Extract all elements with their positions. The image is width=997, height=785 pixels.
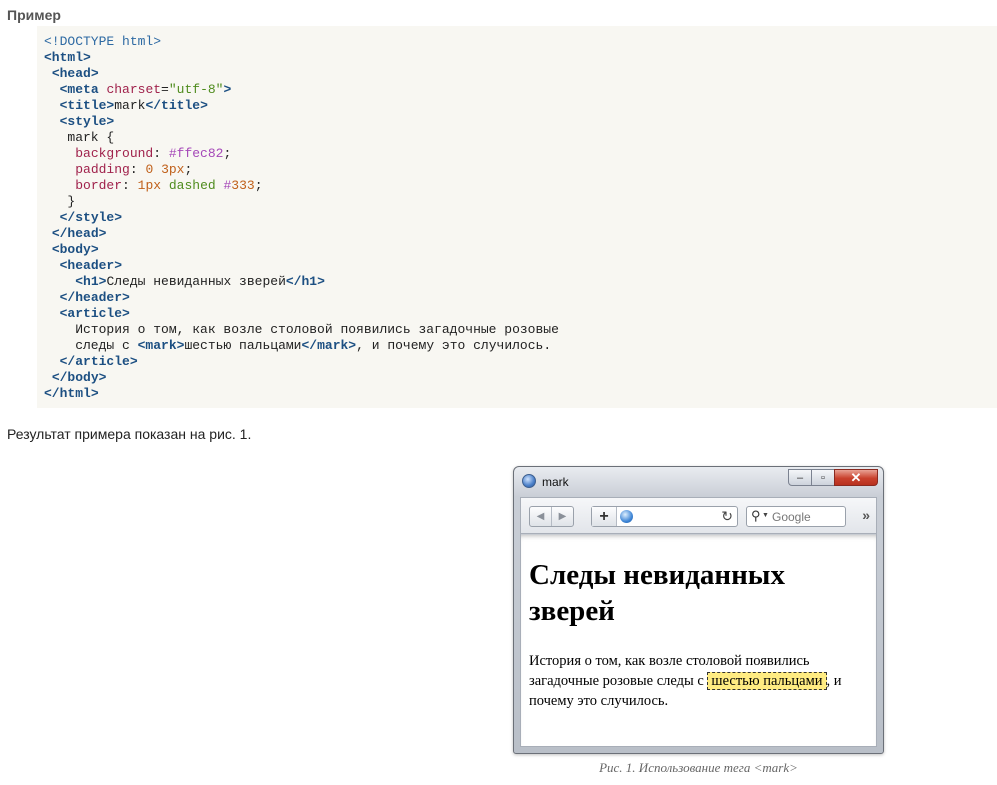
- browser-window: mark ‒ ▫ ✕ ◀ ▶ + ↻ ⚲ ▼ Google » Следы не…: [513, 466, 884, 754]
- window-controls: ‒ ▫ ✕: [788, 469, 878, 486]
- code-block: <!DOCTYPE html> <html> <head> <meta char…: [44, 34, 559, 401]
- reload-icon[interactable]: ↻: [721, 508, 733, 525]
- browser-toolbar: ◀ ▶ + ↻ ⚲ ▼ Google »: [520, 497, 877, 533]
- maximize-button[interactable]: ▫: [811, 469, 835, 486]
- page-viewport: Следы невиданных зверей История о том, к…: [520, 533, 877, 747]
- highlighted-text: шестью пальцами: [707, 672, 827, 690]
- section-heading: Пример: [7, 7, 61, 23]
- toolbar-overflow-button[interactable]: »: [862, 507, 870, 523]
- window-title: mark: [542, 475, 569, 489]
- close-button[interactable]: ✕: [834, 469, 878, 486]
- address-bar[interactable]: + ↻: [591, 506, 738, 527]
- forward-button[interactable]: ▶: [551, 507, 573, 526]
- add-bookmark-button[interactable]: +: [592, 507, 617, 526]
- page-paragraph: История о том, как возле столовой появил…: [529, 651, 864, 711]
- nav-buttons: ◀ ▶: [529, 506, 574, 527]
- page-content: Следы невиданных зверей История о том, к…: [521, 534, 876, 746]
- minimize-button[interactable]: ‒: [788, 469, 812, 486]
- search-icon: ⚲: [751, 508, 761, 523]
- search-input[interactable]: ⚲ ▼ Google: [746, 506, 846, 527]
- browser-logo-icon: [522, 474, 536, 488]
- figure-caption: Рис. 1. Использование тега <mark>: [599, 760, 798, 775]
- page-heading: Следы невиданных зверей: [529, 559, 785, 627]
- chevron-down-icon[interactable]: ▼: [762, 512, 769, 519]
- code-example: <!DOCTYPE html> <html> <head> <meta char…: [37, 26, 997, 408]
- back-button[interactable]: ◀: [530, 507, 551, 526]
- search-placeholder: Google: [772, 510, 811, 524]
- globe-icon: [620, 510, 633, 523]
- result-text: Результат примера показан на рис. 1.: [7, 426, 252, 442]
